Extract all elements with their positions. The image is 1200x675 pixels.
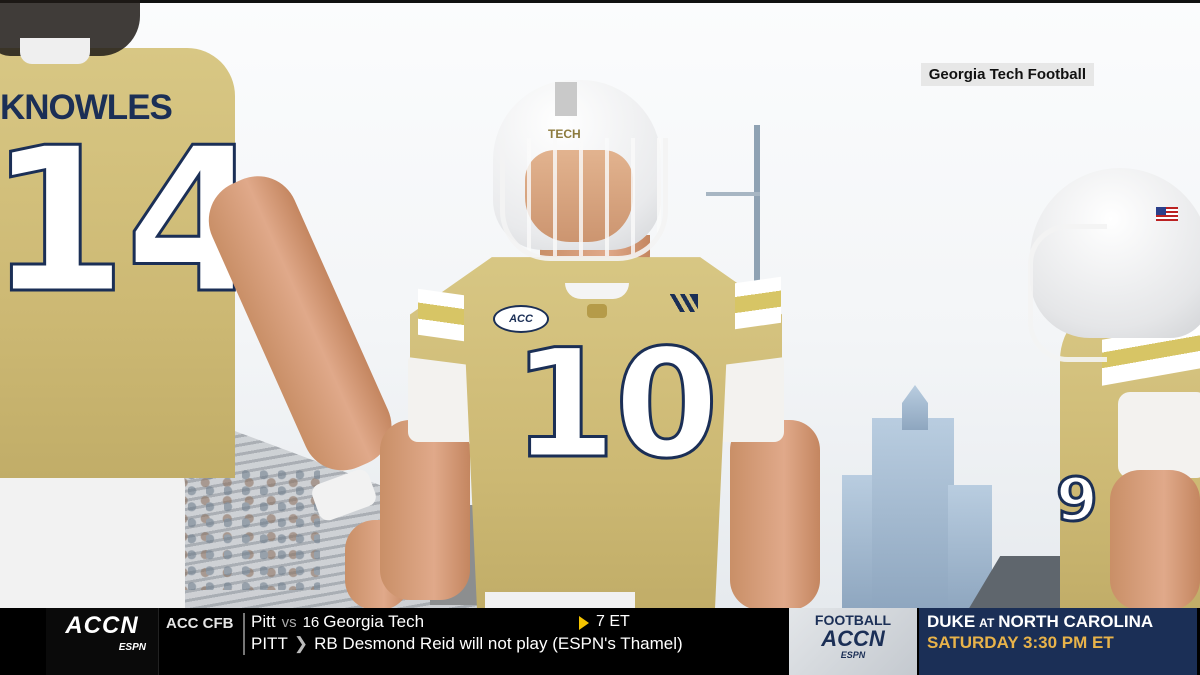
jersey-number: 10 xyxy=(511,318,721,492)
sleeve xyxy=(1118,392,1200,478)
program-bug: Georgia Tech Football xyxy=(920,63,1094,86)
home-rank: 16 xyxy=(302,614,320,631)
top-edge xyxy=(0,0,1200,3)
ticker-divider xyxy=(243,613,245,655)
headline-text: RB Desmond Reid will not play (ESPN's Th… xyxy=(314,634,683,653)
away-team: Pitt xyxy=(251,612,276,631)
vs-label: vs xyxy=(281,614,297,631)
espn-wordmark: ESPN xyxy=(118,642,146,653)
ticker-matchup: Pitt vs 16 Georgia Tech xyxy=(251,612,424,632)
video-scene: KNOWLES 14 ACC 10 TECH 9 Georgia Tech Fo… xyxy=(0,0,1200,608)
promo-team-a: DUKE xyxy=(927,612,976,631)
promo-brand-line2: ACCN xyxy=(821,626,885,651)
jersey-number: 9 xyxy=(1055,465,1100,535)
gt-logo-icon xyxy=(587,304,607,318)
collar xyxy=(20,38,90,64)
collar xyxy=(565,283,629,299)
shoulder-stripe-left xyxy=(418,288,464,342)
face-mask xyxy=(1028,224,1107,362)
promo-team-b: NORTH CAROLINA xyxy=(998,612,1154,631)
home-team: Georgia Tech xyxy=(323,612,425,631)
skyline-tower xyxy=(872,418,954,608)
game-time: 7 ET xyxy=(596,613,630,630)
arm xyxy=(1110,470,1200,608)
football-accn-logo: FOOTBALL ACCN ESPN xyxy=(789,608,917,675)
adidas-logo-icon xyxy=(668,294,698,312)
crowd xyxy=(170,470,320,590)
promo-matchup: DUKE AT NORTH CAROLINA xyxy=(927,612,1153,632)
light-pole-arm xyxy=(706,192,760,196)
network-logo: ACCN ESPN xyxy=(46,608,159,675)
skyline-spire xyxy=(902,385,928,430)
arm-right xyxy=(730,420,820,608)
promo-at: AT xyxy=(979,616,995,630)
ticker-section: ACC CFB xyxy=(166,615,234,632)
arm-left xyxy=(380,420,470,600)
game-promo: DUKE AT NORTH CAROLINA SATURDAY 3:30 PM ET xyxy=(919,608,1197,675)
helmet-stripe xyxy=(555,82,577,116)
headline-team: PITT xyxy=(251,634,288,653)
broadcast-frame: KNOWLES 14 ACC 10 TECH 9 Georgia Tech Fo… xyxy=(0,0,1200,675)
face-mask xyxy=(500,138,668,261)
chevron-right-icon: ❯ xyxy=(293,634,309,653)
us-flag-icon xyxy=(1156,207,1178,221)
play-icon xyxy=(579,616,589,630)
promo-time: SATURDAY 3:30 PM ET xyxy=(927,633,1114,652)
shoulder-stripe-right xyxy=(735,276,781,330)
network-wordmark: ACCN xyxy=(65,612,139,639)
ticker-headline: PITT ❯ RB Desmond Reid will not play (ESPN… xyxy=(251,634,683,654)
promo-brand-line3: ESPN xyxy=(840,650,866,660)
belt xyxy=(485,592,635,608)
